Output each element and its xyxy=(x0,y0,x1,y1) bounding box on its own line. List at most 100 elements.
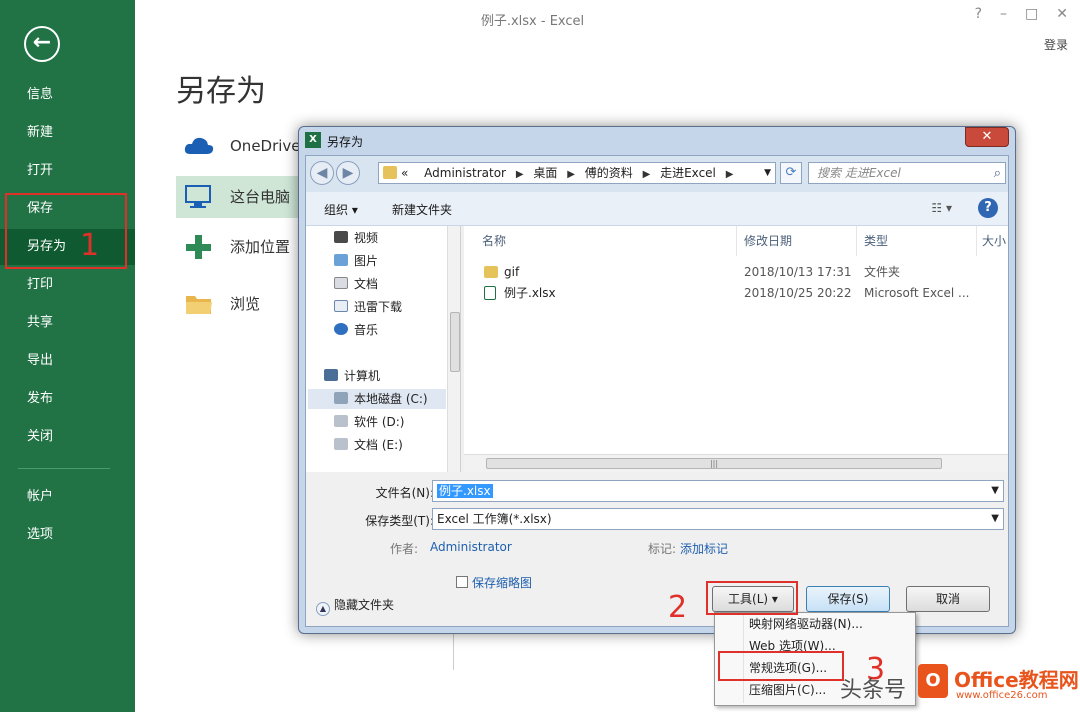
nav-item-new[interactable]: 新建 xyxy=(0,115,135,151)
file-row[interactable]: 例子.xlsx 2018/10/25 20:22 Microsoft Excel… xyxy=(464,283,1008,303)
back-icon[interactable]: ◀ xyxy=(310,161,334,185)
scroll-thumb[interactable]: ||| xyxy=(486,458,942,469)
computer-icon xyxy=(324,369,338,381)
file-name: gif xyxy=(504,265,520,279)
place-onedrive[interactable]: OneDrive xyxy=(176,125,301,167)
drive-icon xyxy=(334,392,348,404)
menu-item-map-network-drive[interactable]: 映射网络驱动器(N)... xyxy=(749,614,863,635)
document-icon xyxy=(334,277,348,289)
filetype-select[interactable]: Excel 工作簿(*.xlsx) ▼ xyxy=(432,508,1004,530)
save-button[interactable]: 保存(S) xyxy=(806,586,890,612)
file-row[interactable]: gif 2018/10/13 17:31 文件夹 xyxy=(464,262,1008,282)
watermark-brand: Office教程网 xyxy=(954,668,1079,692)
file-type: 文件夹 xyxy=(864,265,901,279)
horizontal-scrollbar[interactable]: ||| xyxy=(464,454,1008,472)
forward-icon[interactable]: ▶ xyxy=(336,161,360,185)
place-this-pc[interactable]: 这台电脑 xyxy=(176,176,298,218)
scroll-thumb[interactable] xyxy=(450,312,460,372)
chevron-right-icon[interactable]: ▶ xyxy=(726,169,734,180)
drive-icon xyxy=(334,415,348,427)
search-icon: ⌕ xyxy=(993,166,1001,181)
address-row: ◀ ▶ « Administrator ▶ 桌面 ▶ 傅的资料 ▶ 走进Exce… xyxy=(306,156,1008,192)
nav-item-open[interactable]: 打开 xyxy=(0,153,135,189)
column-date[interactable]: 修改日期 xyxy=(726,226,846,256)
nav-item-close[interactable]: 关闭 xyxy=(0,419,135,455)
organize-button[interactable]: 组织 ▾ xyxy=(324,201,358,218)
login-link[interactable]: 登录 xyxy=(1044,36,1068,53)
file-date: 2018/10/13 17:31 xyxy=(744,265,852,279)
tree-item-drive-e[interactable]: 文档 (E:) xyxy=(334,435,403,455)
dialog-toolbar: 组织 ▾ 新建文件夹 ☷ ▾ ? xyxy=(306,192,1008,226)
author-value[interactable]: Administrator xyxy=(430,540,512,554)
filename-label: 文件名(N): xyxy=(375,486,434,500)
tree-item-documents[interactable]: 文档 xyxy=(334,274,378,294)
nav-item-publish[interactable]: 发布 xyxy=(0,381,135,417)
folder-icon xyxy=(186,296,212,314)
chevron-right-icon[interactable]: ▶ xyxy=(643,169,651,180)
place-label: 这台电脑 xyxy=(230,188,291,206)
chevron-down-icon[interactable]: ▼ xyxy=(991,509,999,529)
nav-item-share[interactable]: 共享 xyxy=(0,305,135,341)
tree-scrollbar[interactable] xyxy=(447,226,460,472)
plus-icon xyxy=(186,235,211,259)
tree-item-drive-d[interactable]: 软件 (D:) xyxy=(334,412,404,432)
close-icon[interactable]: ✕ xyxy=(1056,6,1068,22)
help-icon[interactable]: ? xyxy=(978,198,998,218)
place-label: 浏览 xyxy=(230,295,261,313)
breadcrumb-fu-data[interactable]: 傅的资料 xyxy=(585,166,633,180)
backstage-nav: ← 信息 新建 打开 保存 另存为 打印 共享 导出 发布 关闭 帐户 选项 xyxy=(0,0,135,712)
thumbnail-label[interactable]: 保存缩略图 xyxy=(472,574,532,591)
chevron-right-icon[interactable]: ▶ xyxy=(567,169,575,180)
breadcrumb-zoujin-excel[interactable]: 走进Excel xyxy=(660,166,716,180)
help-icon[interactable]: ? xyxy=(975,6,982,22)
cloud-icon xyxy=(184,137,214,154)
chevron-down-icon[interactable]: ▼ xyxy=(764,163,771,183)
excel-file-icon xyxy=(484,286,496,300)
office-logo-icon: O xyxy=(918,664,948,698)
dialog-close-button[interactable]: ✕ xyxy=(965,127,1009,147)
tree-item-computer[interactable]: 计算机 xyxy=(324,366,380,386)
tree-item-videos[interactable]: 视频 xyxy=(334,228,378,248)
annotation-box-3 xyxy=(718,651,844,681)
tree-item-pictures[interactable]: 图片 xyxy=(334,251,378,271)
nav-item-export[interactable]: 导出 xyxy=(0,343,135,379)
nav-item-options[interactable]: 选项 xyxy=(0,517,135,553)
search-input[interactable]: 搜索 走进Excel ⌕ xyxy=(808,162,1006,184)
back-arrow-icon[interactable]: ← xyxy=(24,26,60,62)
folder-icon xyxy=(383,166,397,179)
tags-value[interactable]: 添加标记 xyxy=(680,540,728,557)
refresh-icon[interactable]: ⟳ xyxy=(780,162,802,184)
breadcrumb-administrator[interactable]: Administrator xyxy=(424,166,506,180)
filename-input[interactable]: 例子.xlsx ▼ xyxy=(432,480,1004,502)
hide-folders-toggle[interactable]: ▲ 隐藏文件夹 xyxy=(316,596,394,616)
filetype-label: 保存类型(T): xyxy=(365,514,434,528)
address-bar[interactable]: « Administrator ▶ 桌面 ▶ 傅的资料 ▶ 走进Excel ▶ … xyxy=(378,162,776,184)
address-prefix: « xyxy=(401,166,409,180)
place-browse[interactable]: 浏览 xyxy=(176,283,298,325)
watermark-url: www.office26.com xyxy=(956,690,1048,701)
chevron-right-icon[interactable]: ▶ xyxy=(516,169,524,180)
nav-item-account[interactable]: 帐户 xyxy=(0,479,135,515)
place-label: OneDrive xyxy=(230,137,301,155)
view-options-icon[interactable]: ☷ ▾ xyxy=(931,201,952,215)
annotation-box-2 xyxy=(706,581,798,615)
nav-item-print[interactable]: 打印 xyxy=(0,267,135,303)
tree-item-music[interactable]: 音乐 xyxy=(334,320,378,340)
file-list: 名称 修改日期 类型 大小 gif 2018/10/13 17:31 文件夹 例… xyxy=(464,226,1008,472)
column-size[interactable]: 大小 xyxy=(966,226,1008,256)
minimize-icon[interactable]: – xyxy=(1000,6,1007,22)
dialog-body: ◀ ▶ « Administrator ▶ 桌面 ▶ 傅的资料 ▶ 走进Exce… xyxy=(305,155,1009,627)
menu-item-compress-pictures[interactable]: 压缩图片(C)... xyxy=(749,680,826,701)
maximize-icon[interactable]: □ xyxy=(1025,6,1038,22)
new-folder-button[interactable]: 新建文件夹 xyxy=(392,201,452,218)
tree-item-drive-c[interactable]: 本地磁盘 (C:) xyxy=(308,389,446,409)
place-add-location[interactable]: 添加位置 xyxy=(176,226,298,268)
nav-item-info[interactable]: 信息 xyxy=(0,77,135,113)
column-type[interactable]: 类型 xyxy=(846,226,966,256)
thumbnail-checkbox[interactable] xyxy=(456,576,468,588)
column-name[interactable]: 名称 xyxy=(464,226,724,256)
breadcrumb-desktop[interactable]: 桌面 xyxy=(533,166,557,180)
tree-item-xunlei[interactable]: 迅雷下载 xyxy=(334,297,402,317)
cancel-button[interactable]: 取消 xyxy=(906,586,990,612)
chevron-down-icon[interactable]: ▼ xyxy=(991,481,999,501)
